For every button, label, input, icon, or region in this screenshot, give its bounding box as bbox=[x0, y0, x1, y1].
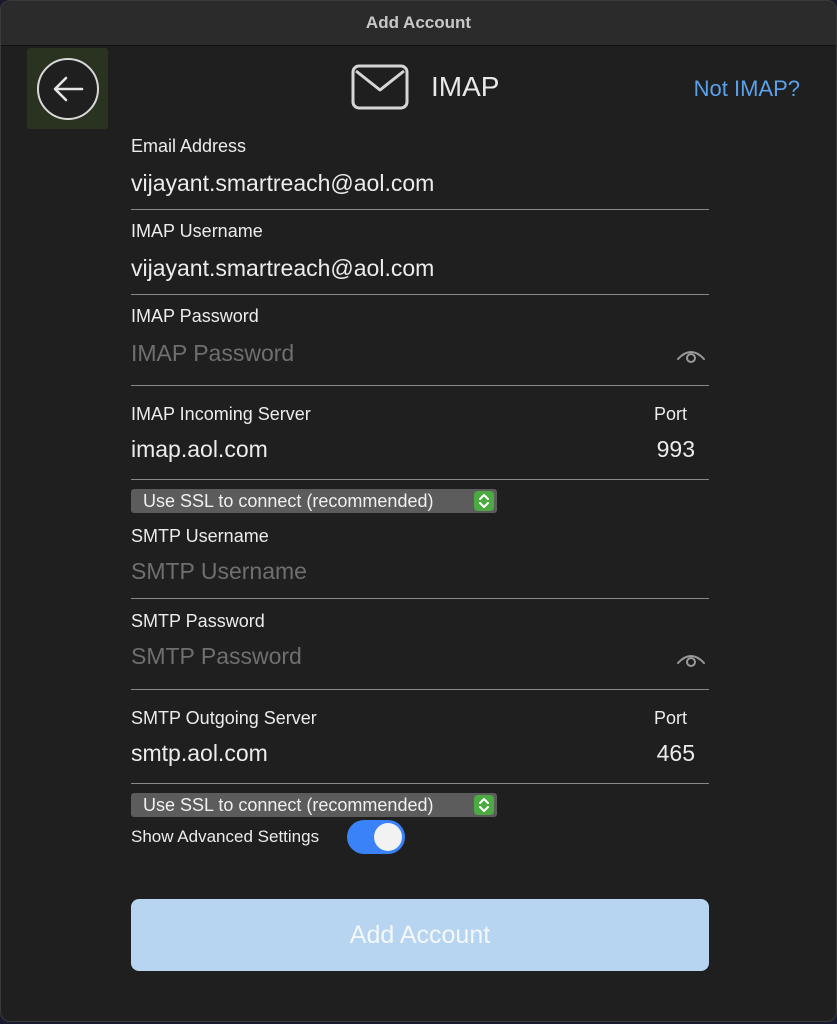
imap-port-label: Port bbox=[653, 404, 687, 424]
smtp-password-label: SMTP Password bbox=[131, 611, 265, 631]
email-value: vijayant.smartreach@aol.com bbox=[131, 170, 435, 196]
imap-username-field[interactable]: IMAP Username vijayant.smartreach@aol.co… bbox=[131, 216, 709, 295]
smtp-username-placeholder: SMTP Username bbox=[131, 558, 307, 584]
chevron-up-down-icon bbox=[474, 795, 494, 815]
imap-server-field[interactable]: IMAP Incoming Server imap.aol.com Port 9… bbox=[131, 399, 709, 480]
account-type-title: IMAP bbox=[431, 71, 500, 102]
imap-password-placeholder: IMAP Password bbox=[131, 340, 295, 366]
window-title: Add Account bbox=[1, 1, 836, 46]
envelope-icon bbox=[351, 64, 409, 110]
back-button[interactable] bbox=[37, 58, 99, 120]
smtp-ssl-selected: Use SSL to connect (recommended) bbox=[143, 794, 434, 815]
imap-username-value: vijayant.smartreach@aol.com bbox=[131, 255, 435, 281]
smtp-port-value[interactable]: 465 bbox=[657, 740, 695, 767]
imap-ssl-selected: Use SSL to connect (recommended) bbox=[143, 490, 434, 511]
add-account-button[interactable]: Add Account bbox=[131, 899, 709, 971]
smtp-port-label: Port bbox=[653, 708, 687, 728]
smtp-server-field[interactable]: SMTP Outgoing Server smtp.aol.com Port 4… bbox=[131, 703, 709, 784]
smtp-password-placeholder: SMTP Password bbox=[131, 643, 302, 669]
arrow-left-circle-icon bbox=[53, 76, 84, 102]
header: IMAP bbox=[351, 63, 499, 111]
eye-icon[interactable] bbox=[676, 649, 706, 669]
imap-port-value[interactable]: 993 bbox=[657, 436, 695, 463]
imap-username-label: IMAP Username bbox=[131, 221, 263, 241]
smtp-server-label: SMTP Outgoing Server bbox=[131, 708, 317, 728]
imap-ssl-select[interactable]: Use SSL to connect (recommended) bbox=[131, 489, 497, 513]
back-button-focus-ring bbox=[27, 48, 108, 129]
toggle-knob bbox=[374, 823, 402, 851]
smtp-ssl-select[interactable]: Use SSL to connect (recommended) bbox=[131, 793, 497, 817]
smtp-username-label: SMTP Username bbox=[131, 526, 269, 546]
eye-icon[interactable] bbox=[676, 345, 706, 365]
smtp-username-field[interactable]: SMTP Username SMTP Username bbox=[131, 521, 709, 599]
email-field[interactable]: Email Address vijayant.smartreach@aol.co… bbox=[131, 131, 709, 210]
smtp-server-value: smtp.aol.com bbox=[131, 740, 268, 766]
imap-server-value: imap.aol.com bbox=[131, 436, 268, 462]
smtp-password-field[interactable]: SMTP Password SMTP Password bbox=[131, 606, 709, 690]
chevron-up-down-icon bbox=[474, 491, 494, 511]
imap-password-field[interactable]: IMAP Password IMAP Password bbox=[131, 301, 709, 386]
not-imap-link[interactable]: Not IMAP? bbox=[694, 76, 800, 102]
advanced-settings-label: Show Advanced Settings bbox=[131, 827, 320, 846]
advanced-settings-toggle[interactable] bbox=[347, 820, 405, 854]
add-account-window: Add Account IMAP Not IMAP? Email Address… bbox=[0, 0, 837, 1022]
email-label: Email Address bbox=[131, 136, 247, 156]
imap-password-label: IMAP Password bbox=[131, 306, 259, 326]
imap-server-label: IMAP Incoming Server bbox=[131, 404, 311, 424]
